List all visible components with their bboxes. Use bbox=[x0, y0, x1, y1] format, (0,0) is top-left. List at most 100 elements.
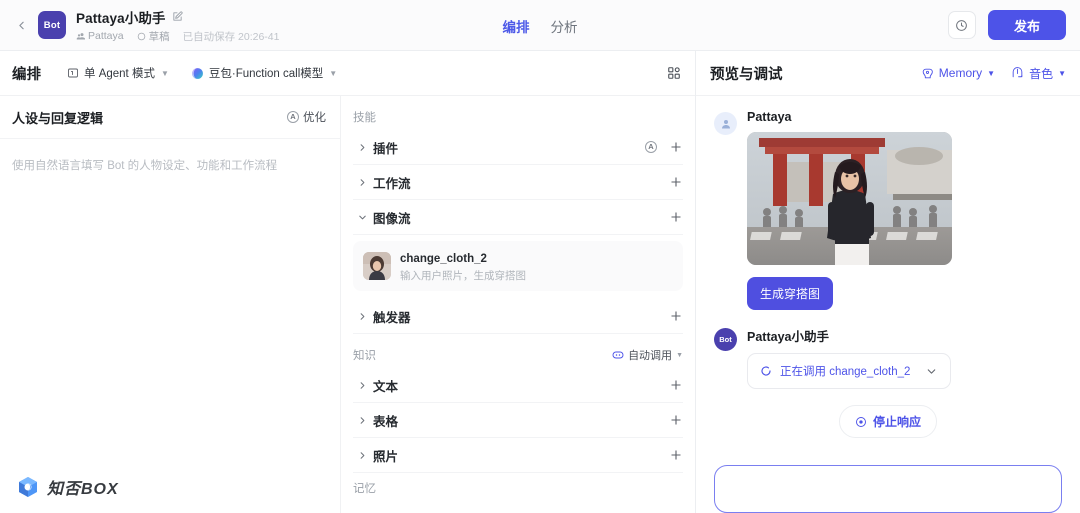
chevron-right-icon bbox=[353, 380, 373, 391]
add-imageflow-icon[interactable] bbox=[669, 210, 683, 224]
add-trigger-icon[interactable] bbox=[669, 309, 683, 323]
add-table-knowledge-icon[interactable] bbox=[669, 413, 683, 427]
message-sender-name: Pattaya bbox=[747, 110, 792, 124]
preview-actions: Memory ▼ 音色 ▼ bbox=[921, 65, 1066, 82]
memory-brain-icon bbox=[922, 68, 933, 78]
bot-subtitle: Pattaya 草稿 已自动保存 20:26-41 bbox=[76, 29, 279, 44]
knowledge-row-actions bbox=[669, 413, 683, 427]
user-uploaded-photo[interactable] bbox=[747, 132, 952, 265]
autosave-status: 已自动保存 20:26-41 bbox=[182, 30, 280, 43]
memory-group-header: 记忆 bbox=[353, 473, 683, 495]
chevron-right-icon bbox=[353, 450, 373, 461]
users-icon bbox=[76, 32, 85, 39]
edit-square-icon[interactable] bbox=[172, 11, 183, 22]
top-tabs: 编排 分析 bbox=[503, 0, 578, 51]
person-thumbnail bbox=[363, 252, 391, 281]
circle-a-icon: A bbox=[287, 111, 299, 123]
add-workflow-icon[interactable] bbox=[669, 175, 683, 189]
knowledge-row-label: 文本 bbox=[373, 379, 399, 394]
single-agent-icon bbox=[68, 68, 78, 78]
skill-row-actions bbox=[669, 210, 683, 224]
chevron-down-icon: ▼ bbox=[987, 68, 996, 78]
model-select[interactable]: 豆包·Function call模型 ▼ bbox=[191, 65, 337, 81]
knowledge-row-label: 表格 bbox=[373, 414, 399, 429]
draft-circle-icon bbox=[137, 32, 145, 40]
add-text-knowledge-icon[interactable] bbox=[669, 378, 683, 392]
memory-button[interactable]: Memory ▼ bbox=[921, 66, 995, 80]
model-orb-icon bbox=[191, 67, 203, 79]
skill-row-imageflow[interactable]: 图像流 bbox=[353, 200, 683, 235]
skill-row-label: 触发器 bbox=[373, 310, 411, 325]
imageflow-item-change-cloth-2[interactable]: change_cloth_2 输入用户照片，生成穿搭图 bbox=[353, 241, 683, 292]
tab-orchestrate[interactable]: 编排 bbox=[503, 16, 530, 36]
knowledge-row-photo[interactable]: 照片 bbox=[353, 438, 683, 474]
bot-avatar-icon: Bot bbox=[714, 328, 737, 351]
voice-icon bbox=[1012, 66, 1023, 77]
knowledge-row-table[interactable]: 表格 bbox=[353, 403, 683, 439]
add-photo-knowledge-icon[interactable] bbox=[669, 448, 683, 462]
skill-row-label: 图像流 bbox=[373, 211, 411, 226]
back-button[interactable] bbox=[8, 10, 34, 40]
bot-avatar-label: Bot bbox=[43, 19, 61, 31]
tool-call-status-card[interactable]: 正在调用 change_cloth_2 bbox=[747, 353, 951, 389]
agent-mode-select[interactable]: 单 Agent 模式 ▼ bbox=[67, 65, 169, 81]
watermark-label: 知否BOX bbox=[47, 481, 119, 498]
generate-outfit-button[interactable]: 生成穿搭图 bbox=[747, 277, 834, 310]
editor-toolbar: 编排 单 Agent 模式 ▼ 豆包·Function call模型 ▼ bbox=[0, 51, 695, 96]
bot-owner-label: Pattaya bbox=[88, 30, 124, 42]
editor-section-title: 编排 bbox=[12, 66, 41, 83]
skill-row-actions bbox=[669, 309, 683, 323]
loading-spinner-icon bbox=[760, 365, 772, 377]
stop-response-button[interactable]: 停止响应 bbox=[838, 405, 937, 438]
memory-group-title: 记忆 bbox=[353, 483, 376, 496]
skill-row-label: 工作流 bbox=[373, 176, 411, 191]
chat-message-bot: Bot Pattaya小助手 正在调用 change_cloth_2 bbox=[714, 326, 1062, 389]
chevron-right-icon bbox=[353, 177, 373, 188]
imageflow-item-desc: 输入用户照片，生成穿搭图 bbox=[400, 269, 526, 282]
publish-button[interactable]: 发布 bbox=[987, 10, 1066, 40]
auto-call-circle-a-icon[interactable]: A bbox=[645, 141, 657, 153]
add-plugin-icon[interactable] bbox=[669, 140, 683, 154]
chevron-down-icon: ▼ bbox=[329, 68, 338, 78]
top-bar: Bot Pattaya小助手 Pattaya 草稿 已自动保存 20:26-41 bbox=[0, 0, 1080, 51]
app-root: Bot Pattaya小助手 Pattaya 草稿 已自动保存 20:26-41 bbox=[0, 0, 1080, 513]
grid-layout-icon[interactable] bbox=[667, 66, 681, 80]
bot-avatar-badge[interactable]: Bot bbox=[38, 11, 66, 39]
optimize-button[interactable]: A 优化 bbox=[287, 109, 326, 125]
watermark: 知否BOX bbox=[16, 475, 119, 499]
skill-row-workflow[interactable]: 工作流 bbox=[353, 165, 683, 200]
status-badge: 草稿 bbox=[137, 29, 170, 44]
bot-message-body: Pattaya小助手 正在调用 change_cloth_2 bbox=[747, 326, 951, 389]
bot-meta: Pattaya小助手 Pattaya 草稿 已自动保存 20:26-41 bbox=[76, 7, 279, 44]
chevron-down-icon: ▼ bbox=[160, 68, 169, 78]
skills-group-title: 技能 bbox=[353, 112, 376, 124]
knowledge-mode-select[interactable]: 自动调用 ▼ bbox=[612, 347, 683, 363]
voice-button[interactable]: 音色 ▼ bbox=[1011, 65, 1066, 82]
skills-group-header: 技能 bbox=[353, 96, 683, 130]
skill-row-trigger[interactable]: 触发器 bbox=[353, 299, 683, 335]
agent-mode-label: 单 Agent 模式 bbox=[84, 68, 155, 80]
chat-message-user: Pattaya 生成穿搭图 bbox=[714, 110, 1062, 310]
chat-input[interactable] bbox=[714, 465, 1062, 513]
tab-analytics[interactable]: 分析 bbox=[551, 16, 578, 36]
bot-owner: Pattaya bbox=[76, 30, 124, 42]
model-label: 豆包·Function call模型 bbox=[208, 68, 324, 80]
status-label: 草稿 bbox=[148, 30, 170, 43]
skill-row-plugins[interactable]: 插件 A bbox=[353, 130, 683, 165]
chevron-down-icon: ▼ bbox=[1058, 68, 1066, 78]
preview-title: 预览与调试 bbox=[710, 66, 783, 83]
topbar-actions: 发布 bbox=[947, 10, 1066, 40]
memory-label: Memory bbox=[938, 66, 983, 80]
persona-title: 人设与回复逻辑 bbox=[12, 110, 104, 126]
persona-input[interactable]: 使用自然语言填写 Bot 的人物设定、功能和工作流程 bbox=[0, 139, 340, 513]
cube-logo-icon bbox=[19, 477, 37, 497]
skill-row-label: 插件 bbox=[373, 141, 399, 156]
persona-pane: 人设与回复逻辑 A 优化 使用自然语言填写 Bot 的人物设定、功能和工作流程 bbox=[0, 96, 341, 513]
knowledge-mode-label: 自动调用 bbox=[628, 350, 673, 363]
chevron-right-icon bbox=[353, 142, 373, 153]
voice-label: 音色 bbox=[1029, 66, 1054, 81]
clock-history-icon[interactable] bbox=[947, 11, 976, 39]
chevron-down-icon[interactable] bbox=[925, 365, 938, 378]
knowledge-row-text[interactable]: 文本 bbox=[353, 368, 683, 404]
